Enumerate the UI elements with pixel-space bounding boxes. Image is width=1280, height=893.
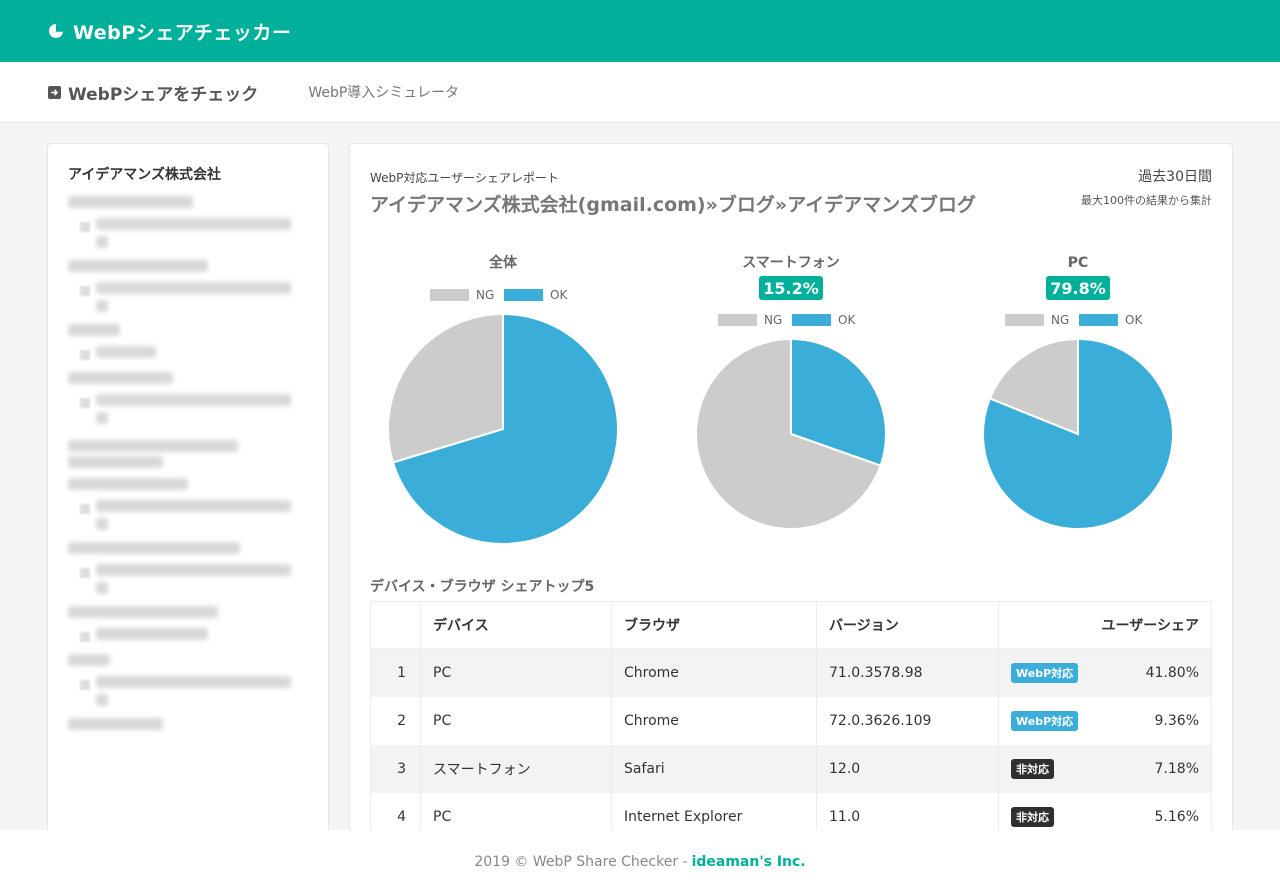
report-title: アイデアマンズ株式会社(gmail.com)»ブログ»アイデアマンズブログ xyxy=(370,194,976,216)
legend-swatch-ok xyxy=(1079,314,1118,326)
row-version: 71.0.3578.98 xyxy=(816,648,999,697)
webp-support-badge: 非対応 xyxy=(1011,758,1054,779)
row-device: スマートフォン xyxy=(420,744,612,793)
row-rank: 2 xyxy=(370,696,421,745)
share-badge: 79.8% xyxy=(1050,279,1106,298)
webp-support-badge: WebP対応 xyxy=(1011,710,1079,731)
footer-text: 2019 © WebP Share Checker - xyxy=(474,853,688,870)
row-version: 72.0.3626.109 xyxy=(816,696,999,745)
row-browser: Chrome xyxy=(611,648,817,697)
chart-title: 全体 xyxy=(488,254,518,271)
period-label: 過去30日間 xyxy=(1138,169,1212,185)
sidebar-item[interactable] xyxy=(68,654,328,706)
sidebar-title: アイデアマンズ株式会社 xyxy=(68,167,222,183)
table-row: 3 スマートフォン Safari 12.0 非対応 7.18% xyxy=(370,744,1212,793)
pie-charts: 全体 NG OK スマートフォン 15.2% NG OK PC 79.8% NG OK xyxy=(387,254,1174,545)
legend-swatch-ng xyxy=(1005,314,1044,326)
row-share-cell: WebP対応 9.36% xyxy=(998,696,1212,745)
pie-chart-0: 全体 NG OK xyxy=(387,254,619,545)
col-version: バージョン xyxy=(816,601,999,649)
share-badge: 15.2% xyxy=(763,279,819,298)
legend-label-ng: NG xyxy=(1051,313,1069,327)
sidebar-list xyxy=(68,196,328,730)
nav-item-check[interactable]: WebPシェアをチェック xyxy=(48,80,258,105)
col-browser: ブラウザ xyxy=(611,601,817,649)
row-share-cell: WebP対応 41.80% xyxy=(998,648,1212,697)
row-browser: Chrome xyxy=(611,696,817,745)
nav-bar: WebPシェアをチェック WebP導入シミュレータ xyxy=(0,62,1280,123)
nav-item-check-label: WebPシェアをチェック xyxy=(68,84,259,105)
sidebar-item[interactable] xyxy=(68,196,328,248)
legend-label-ok: OK xyxy=(1125,313,1143,327)
sidebar-item[interactable] xyxy=(68,718,328,730)
col-rank xyxy=(370,601,421,649)
brand-title[interactable]: WebPシェアチェッカー xyxy=(73,18,291,45)
period-note: 最大100件の結果から集計 xyxy=(1081,194,1212,207)
col-share: ユーザーシェア xyxy=(998,601,1212,649)
col-device: デバイス xyxy=(420,601,612,649)
nav-item-simulator[interactable]: WebP導入シミュレータ xyxy=(308,82,459,102)
sidebar-item[interactable] xyxy=(68,606,328,642)
webp-support-badge: 非対応 xyxy=(1011,806,1054,827)
legend-swatch-ok xyxy=(792,314,831,326)
legend-swatch-ng xyxy=(430,289,469,301)
legend-swatch-ng xyxy=(718,314,757,326)
legend-label-ng: NG xyxy=(476,288,494,302)
sidebar-item[interactable] xyxy=(68,542,328,594)
row-share: 5.16% xyxy=(1154,808,1199,825)
chart-title: スマートフォン xyxy=(742,255,840,271)
row-rank: 3 xyxy=(370,744,421,793)
sidebar: アイデアマンズ株式会社 xyxy=(47,143,329,863)
sidebar-item[interactable] xyxy=(68,324,328,360)
row-browser: Safari xyxy=(611,744,817,793)
legend-label-ok: OK xyxy=(838,313,856,327)
legend-swatch-ok xyxy=(504,289,543,301)
chart-title: PC xyxy=(1068,255,1089,271)
footer-link[interactable]: ideaman's Inc. xyxy=(692,854,806,870)
report-label: WebP対応ユーザーシェアレポート xyxy=(370,171,559,185)
table-body: 1 PC Chrome 71.0.3578.98 WebP対応 41.80% 2 PC Chro… xyxy=(370,648,1212,841)
sidebar-item[interactable] xyxy=(68,260,328,312)
row-share: 7.18% xyxy=(1154,760,1199,777)
row-rank: 1 xyxy=(370,648,421,697)
footer: 2019 © WebP Share Checker - ideaman's In… xyxy=(0,830,1280,893)
sidebar-item[interactable] xyxy=(68,372,328,424)
legend-label-ng: NG xyxy=(764,313,782,327)
table-row: 1 PC Chrome 71.0.3578.98 WebP対応 41.80% xyxy=(370,648,1212,697)
table-row: 2 PC Chrome 72.0.3626.109 WebP対応 9.36% xyxy=(370,696,1212,745)
table-header-row: デバイス ブラウザ バージョン ユーザーシェア xyxy=(370,601,1212,649)
report-panel: WebP対応ユーザーシェアレポート アイデアマンズ株式会社(gmail.com)… xyxy=(349,143,1233,863)
row-device: PC xyxy=(420,696,612,745)
pie-chart-icon xyxy=(49,24,63,38)
webp-support-badge: WebP対応 xyxy=(1011,662,1079,683)
pie-chart-2: PC 79.8% NG OK xyxy=(982,255,1174,530)
row-share: 41.80% xyxy=(1145,664,1199,681)
table-heading: デバイス・ブラウザ シェアトップ5 xyxy=(370,579,595,595)
row-share-cell: 非対応 7.18% xyxy=(998,744,1212,793)
row-share: 9.36% xyxy=(1154,712,1199,729)
sidebar-item[interactable] xyxy=(68,440,328,530)
row-version: 12.0 xyxy=(816,744,999,793)
row-device: PC xyxy=(420,648,612,697)
arrow-right-icon xyxy=(48,85,61,99)
pie-chart-1: スマートフォン 15.2% NG OK xyxy=(695,255,887,530)
top-header: WebPシェアチェッカー xyxy=(0,0,1280,62)
legend-label-ok: OK xyxy=(550,288,568,302)
share-table: デバイス ブラウザ バージョン ユーザーシェア 1 PC Chrome 71.0.35… xyxy=(370,601,1212,841)
